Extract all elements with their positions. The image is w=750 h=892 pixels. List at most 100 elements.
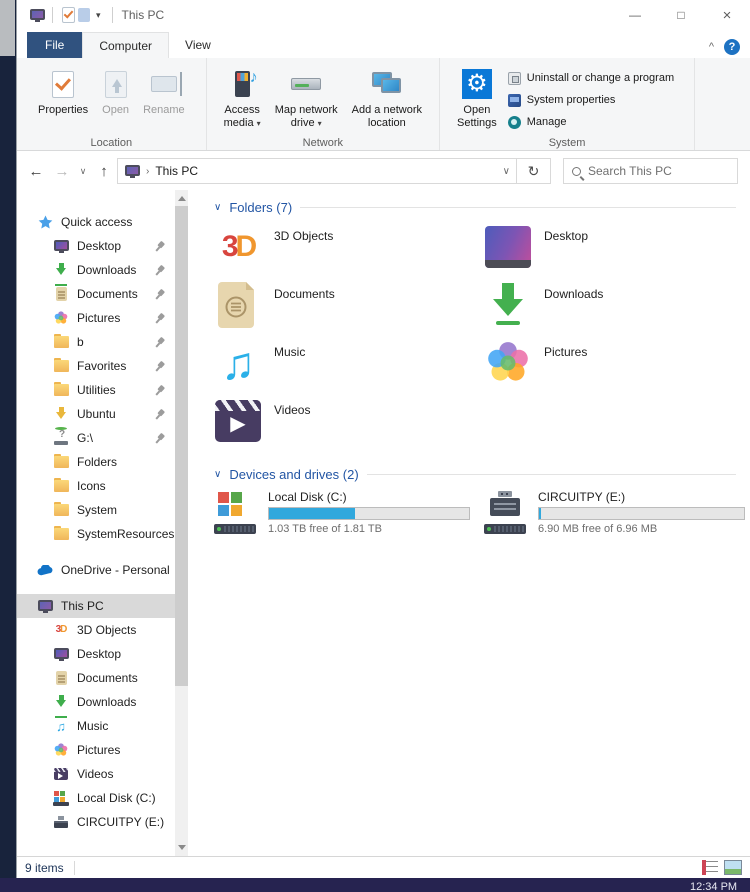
sidebar-item-circuitpy-e[interactable]: CIRCUITPY (E:) (17, 810, 175, 834)
sidebar-item-local-disk-c[interactable]: Local Disk (C:) (17, 786, 175, 810)
capacity-fill (539, 508, 541, 519)
sidebar-item-pc-downloads[interactable]: Downloads (17, 690, 175, 714)
open-settings-button[interactable]: ⚙ OpenSettings (450, 62, 504, 134)
qat-properties-icon[interactable] (60, 7, 76, 23)
sidebar-item-documents[interactable]: Documents (17, 282, 175, 306)
map-network-drive-button[interactable]: Map networkdrive ▾ (268, 62, 345, 134)
tile-downloads[interactable]: Downloads (484, 281, 750, 339)
tab-view[interactable]: View (169, 32, 227, 58)
sidebar-item-folders[interactable]: Folders (17, 450, 175, 474)
sidebar-item-3d-objects[interactable]: 3D3D Objects (17, 618, 175, 642)
tile-music[interactable]: ♫ Music (214, 339, 484, 397)
properties-button[interactable]: Properties (31, 62, 95, 121)
breadcrumb-separator-icon[interactable]: › (146, 166, 149, 177)
sidebar-item-pc-music[interactable]: ♫Music (17, 714, 175, 738)
rename-button[interactable]: Rename (136, 62, 192, 121)
pictures-flower-icon (53, 310, 69, 326)
uninstall-program-button[interactable]: Uninstall or change a program (504, 69, 678, 87)
open-button[interactable]: Open (95, 62, 136, 121)
manage-button[interactable]: Manage (504, 113, 678, 131)
sidebar-item-icons[interactable]: Icons (17, 474, 175, 498)
sidebar-item-ubuntu[interactable]: Ubuntu (17, 402, 175, 426)
collapse-ribbon-icon[interactable]: ^ (709, 41, 714, 53)
address-dropdown-icon[interactable]: ∨ (503, 166, 510, 177)
search-icon (572, 167, 581, 176)
history-dropdown-icon[interactable]: ∨ (75, 166, 91, 177)
sidebar-item-b[interactable]: b (17, 330, 175, 354)
access-media-button[interactable]: ♪ Accessmedia ▾ (217, 62, 268, 134)
folder-icon (53, 502, 69, 518)
scroll-down-icon[interactable] (178, 845, 186, 850)
navigation-pane: Quick access Desktop Downloads Documents… (17, 190, 175, 856)
drives-section-header[interactable]: ∨ Devices and drives (2) (214, 467, 736, 482)
tile-desktop[interactable]: Desktop (484, 223, 750, 281)
refresh-button[interactable]: ↻ (517, 158, 551, 184)
this-pc-icon (124, 163, 140, 179)
tile-pictures[interactable]: Pictures (484, 339, 750, 397)
download-arrow-icon (484, 281, 532, 329)
sidebar-item-onedrive[interactable]: OneDrive - Personal (17, 558, 175, 582)
drive-local-disk-c[interactable]: Local Disk (C:) 1.03 TB free of 1.81 TB (214, 490, 484, 536)
background-window-edge (0, 0, 15, 56)
folder-icon (53, 382, 69, 398)
sidebar-item-utilities[interactable]: Utilities (17, 378, 175, 402)
chevron-down-icon[interactable]: ∨ (214, 469, 221, 480)
sidebar-item-g-drive[interactable]: ?G:\ (17, 426, 175, 450)
taskbar[interactable]: 12:34 PM (0, 878, 750, 892)
title-bar[interactable]: ▾ This PC — □ × (17, 0, 750, 30)
thumbnail-view-icon[interactable] (724, 860, 742, 875)
sidebar-item-favorites[interactable]: Favorites (17, 354, 175, 378)
tile-videos[interactable]: ▶ Videos (214, 397, 484, 455)
uninstall-icon (508, 72, 521, 85)
sidebar-item-this-pc[interactable]: This PC (17, 594, 175, 618)
sidebar-item-systemresources[interactable]: SystemResources (17, 522, 175, 546)
chevron-down-icon[interactable]: ∨ (214, 202, 221, 213)
qat-customize-dropdown-icon[interactable]: ▾ (96, 10, 101, 21)
monitor-icon (37, 598, 53, 614)
sidebar-scrollbar[interactable] (175, 190, 188, 856)
back-button[interactable]: ← (23, 163, 49, 180)
scrollbar-thumb[interactable] (175, 206, 188, 686)
sidebar-item-desktop[interactable]: Desktop (17, 234, 175, 258)
sidebar-item-pc-documents[interactable]: Documents (17, 666, 175, 690)
sidebar-item-pc-desktop[interactable]: Desktop (17, 642, 175, 666)
taskbar-clock[interactable]: 12:34 PM (690, 881, 737, 892)
sidebar-item-pc-videos[interactable]: Videos (17, 762, 175, 786)
pin-icon (152, 263, 168, 279)
qat-new-folder-icon[interactable] (76, 7, 92, 23)
maximize-button[interactable]: □ (658, 0, 704, 30)
search-input[interactable] (588, 164, 729, 178)
tile-documents[interactable]: Documents (214, 281, 484, 339)
sidebar-item-quick-access[interactable]: Quick access (17, 210, 175, 234)
forward-button[interactable]: → (49, 163, 75, 180)
tile-3d-objects[interactable]: 3D 3D Objects (214, 223, 484, 281)
search-box[interactable] (563, 158, 738, 184)
pin-icon (152, 359, 168, 375)
details-view-icon[interactable] (702, 860, 718, 875)
system-properties-button[interactable]: System properties (504, 91, 678, 109)
close-button[interactable]: × (704, 0, 750, 30)
folder-icon (53, 526, 69, 542)
tab-computer[interactable]: Computer (82, 32, 169, 58)
address-bar[interactable]: › This PC ∨ (117, 158, 517, 184)
folder-icon (53, 454, 69, 470)
dropdown-icon: ▾ (257, 119, 261, 128)
help-icon[interactable]: ? (724, 39, 740, 55)
pin-icon (152, 383, 168, 399)
sidebar-item-pc-pictures[interactable]: Pictures (17, 738, 175, 762)
items-count: 9 items (25, 861, 64, 875)
ribbon: Properties Open Rename Location ♪ Access… (17, 58, 750, 151)
cloud-icon (37, 562, 53, 578)
add-network-location-button[interactable]: Add a networklocation (345, 62, 429, 134)
drive-circuitpy-e[interactable]: CIRCUITPY (E:) 6.90 MB free of 6.96 MB (484, 490, 750, 536)
breadcrumb-location[interactable]: This PC (155, 164, 198, 178)
scroll-up-icon[interactable] (178, 196, 186, 201)
sidebar-item-downloads[interactable]: Downloads (17, 258, 175, 282)
up-button[interactable]: ↑ (91, 163, 117, 180)
sidebar-item-system[interactable]: System (17, 498, 175, 522)
minimize-button[interactable]: — (612, 0, 658, 30)
music-note-icon: ♫ (214, 339, 262, 387)
folders-section-header[interactable]: ∨ Folders (7) (214, 200, 736, 215)
tab-file[interactable]: File (27, 32, 82, 58)
sidebar-item-pictures[interactable]: Pictures (17, 306, 175, 330)
